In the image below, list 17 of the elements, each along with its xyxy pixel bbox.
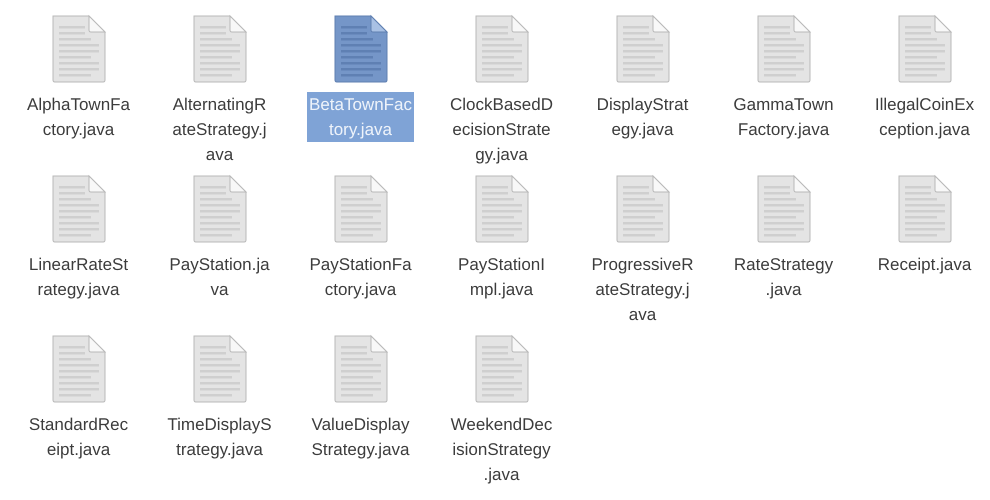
file-name[interactable]: ClockBasedD ecisionStrate gy.java: [448, 92, 555, 167]
file-name[interactable]: AlternatingR ateStrategy.j ava: [170, 92, 269, 167]
file-name[interactable]: PayStation.ja va: [167, 252, 272, 302]
file-name[interactable]: IllegalCoinEx ception.java: [872, 92, 976, 142]
file-name[interactable]: DisplayStrat egy.java: [594, 92, 690, 142]
file-name[interactable]: ValueDisplay Strategy.java: [310, 412, 412, 462]
file-name[interactable]: PayStationFa ctory.java: [307, 252, 414, 302]
file-name[interactable]: PayStationI mpl.java: [456, 252, 547, 302]
file-name[interactable]: ProgressiveR ateStrategy.j ava: [589, 252, 696, 327]
file-name[interactable]: Receipt.java: [876, 252, 974, 277]
file-name[interactable]: AlphaTownFa ctory.java: [24, 92, 132, 142]
file-name[interactable]: GammaTown Factory.java: [731, 92, 836, 142]
file-name[interactable]: WeekendDec isionStrategy .java: [448, 412, 554, 487]
file-name[interactable]: LinearRateSt rategy.java: [26, 252, 130, 302]
file-name[interactable]: TimeDisplayS trategy.java: [165, 412, 274, 462]
file-name[interactable]: RateStrategy .java: [732, 252, 836, 302]
file-name[interactable]: StandardRec eipt.java: [26, 412, 130, 462]
